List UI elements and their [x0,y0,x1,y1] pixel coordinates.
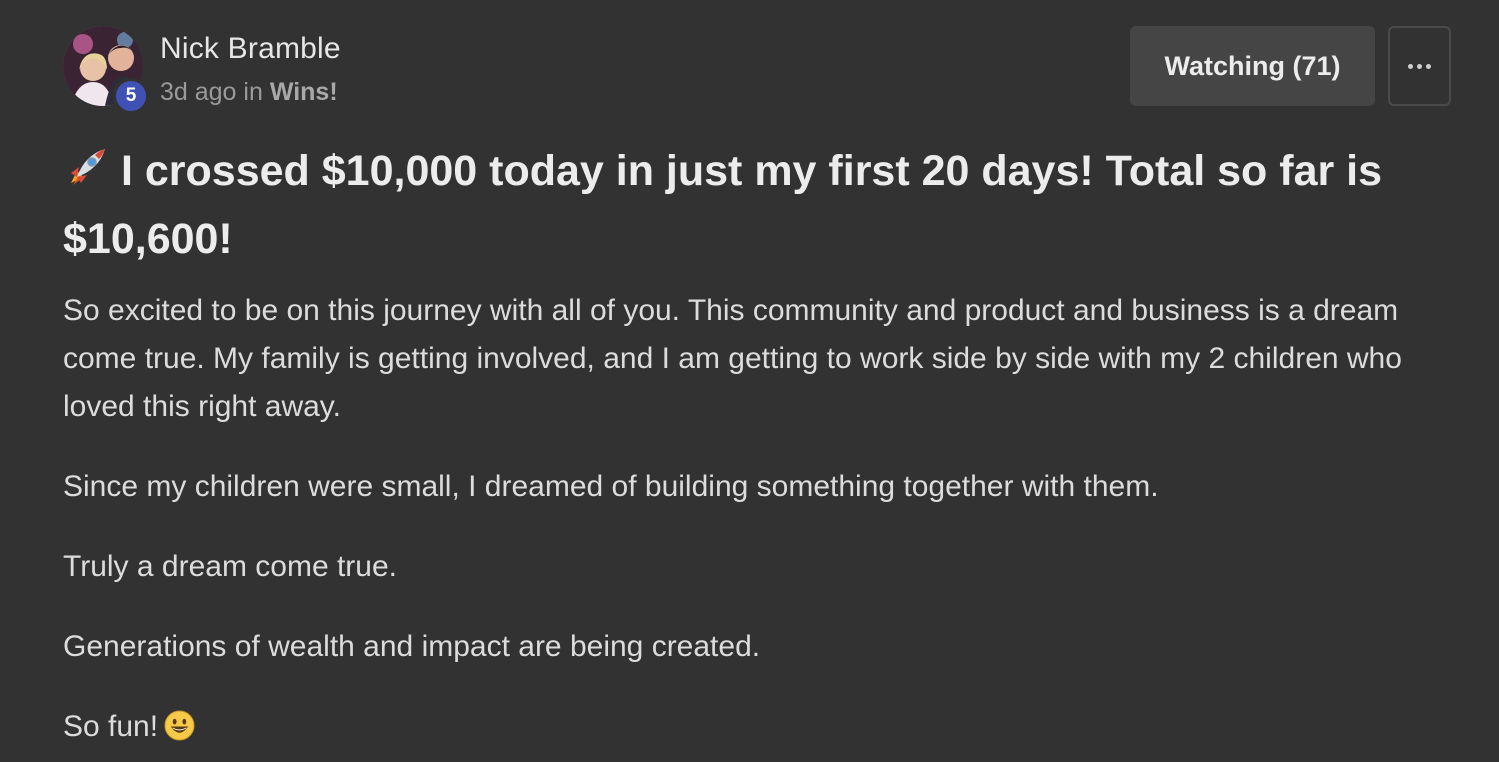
post-title: I crossed $10,000 today in just my first… [63,137,1443,273]
smiley-icon [164,710,195,741]
post-meta: 3d ago in Wins! [160,78,338,107]
author-avatar[interactable]: 5 [63,26,149,114]
level-badge: 5 [113,78,149,114]
post-paragraph: Truly a dream come true. [63,550,397,583]
post-time[interactable]: 3d ago [160,78,236,106]
rocket-icon [71,149,105,185]
ellipsis-icon [1417,63,1422,69]
post-paragraph: Generations of wealth and impact are bei… [63,630,761,663]
post-card: 5 Nick Bramble 3d ago in Wins! Watching … [0,0,1499,762]
post-category-link[interactable]: Wins! [270,78,338,106]
more-options-button[interactable] [1388,26,1451,106]
watching-button[interactable]: Watching (71) [1130,26,1375,106]
post-title-text: I crossed $10,000 today in just my first… [63,147,1383,263]
post-paragraph-text: So fun! [63,710,159,743]
post-paragraph: Since my children were small, I dreamed … [63,470,1159,503]
ellipsis-icon [1408,63,1413,69]
post-body: So excited to be on this journey with al… [63,287,1443,762]
ellipsis-icon [1426,63,1431,69]
meta-in-word: in [243,78,263,106]
post-paragraph-last: So fun! [63,703,1443,751]
author-name[interactable]: Nick Bramble [160,32,341,66]
post-paragraph: So excited to be on this journey with al… [63,294,1402,423]
